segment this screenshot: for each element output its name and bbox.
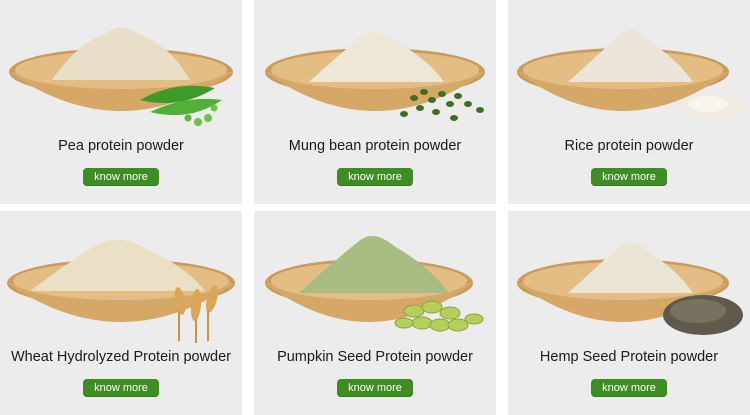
know-more-button[interactable]: know more: [83, 379, 159, 397]
product-card-pea: Pea protein powder know more: [0, 0, 242, 204]
product-card-mung-bean: Mung bean protein powder know more: [254, 0, 496, 204]
product-grid: Pea protein powder know more Mung bean p…: [0, 0, 750, 415]
rice-grains-icon: [681, 94, 745, 122]
product-title: Pumpkin Seed Protein powder: [277, 349, 473, 365]
product-card-wheat: Wheat Hydrolyzed Protein powder know mor…: [0, 211, 242, 415]
product-card-hemp-seed: Hemp Seed Protein powder know more: [508, 211, 750, 415]
product-card-pumpkin-seed: Pumpkin Seed Protein powder know more: [254, 211, 496, 415]
product-title: Wheat Hydrolyzed Protein powder: [10, 349, 232, 365]
know-more-button[interactable]: know more: [337, 379, 413, 397]
product-title: Hemp Seed Protein powder: [539, 349, 719, 365]
hemp-seeds-icon: [663, 295, 743, 335]
know-more-button[interactable]: know more: [83, 168, 159, 186]
know-more-button[interactable]: know more: [337, 168, 413, 186]
product-card-rice: Rice protein powder know more: [508, 0, 750, 204]
know-more-button[interactable]: know more: [591, 168, 667, 186]
know-more-button[interactable]: know more: [591, 379, 667, 397]
wheat-ears-icon: [174, 285, 219, 343]
product-title: Mung bean protein powder: [288, 138, 462, 154]
product-title: Pea protein powder: [58, 138, 184, 154]
product-title: Rice protein powder: [564, 138, 694, 154]
